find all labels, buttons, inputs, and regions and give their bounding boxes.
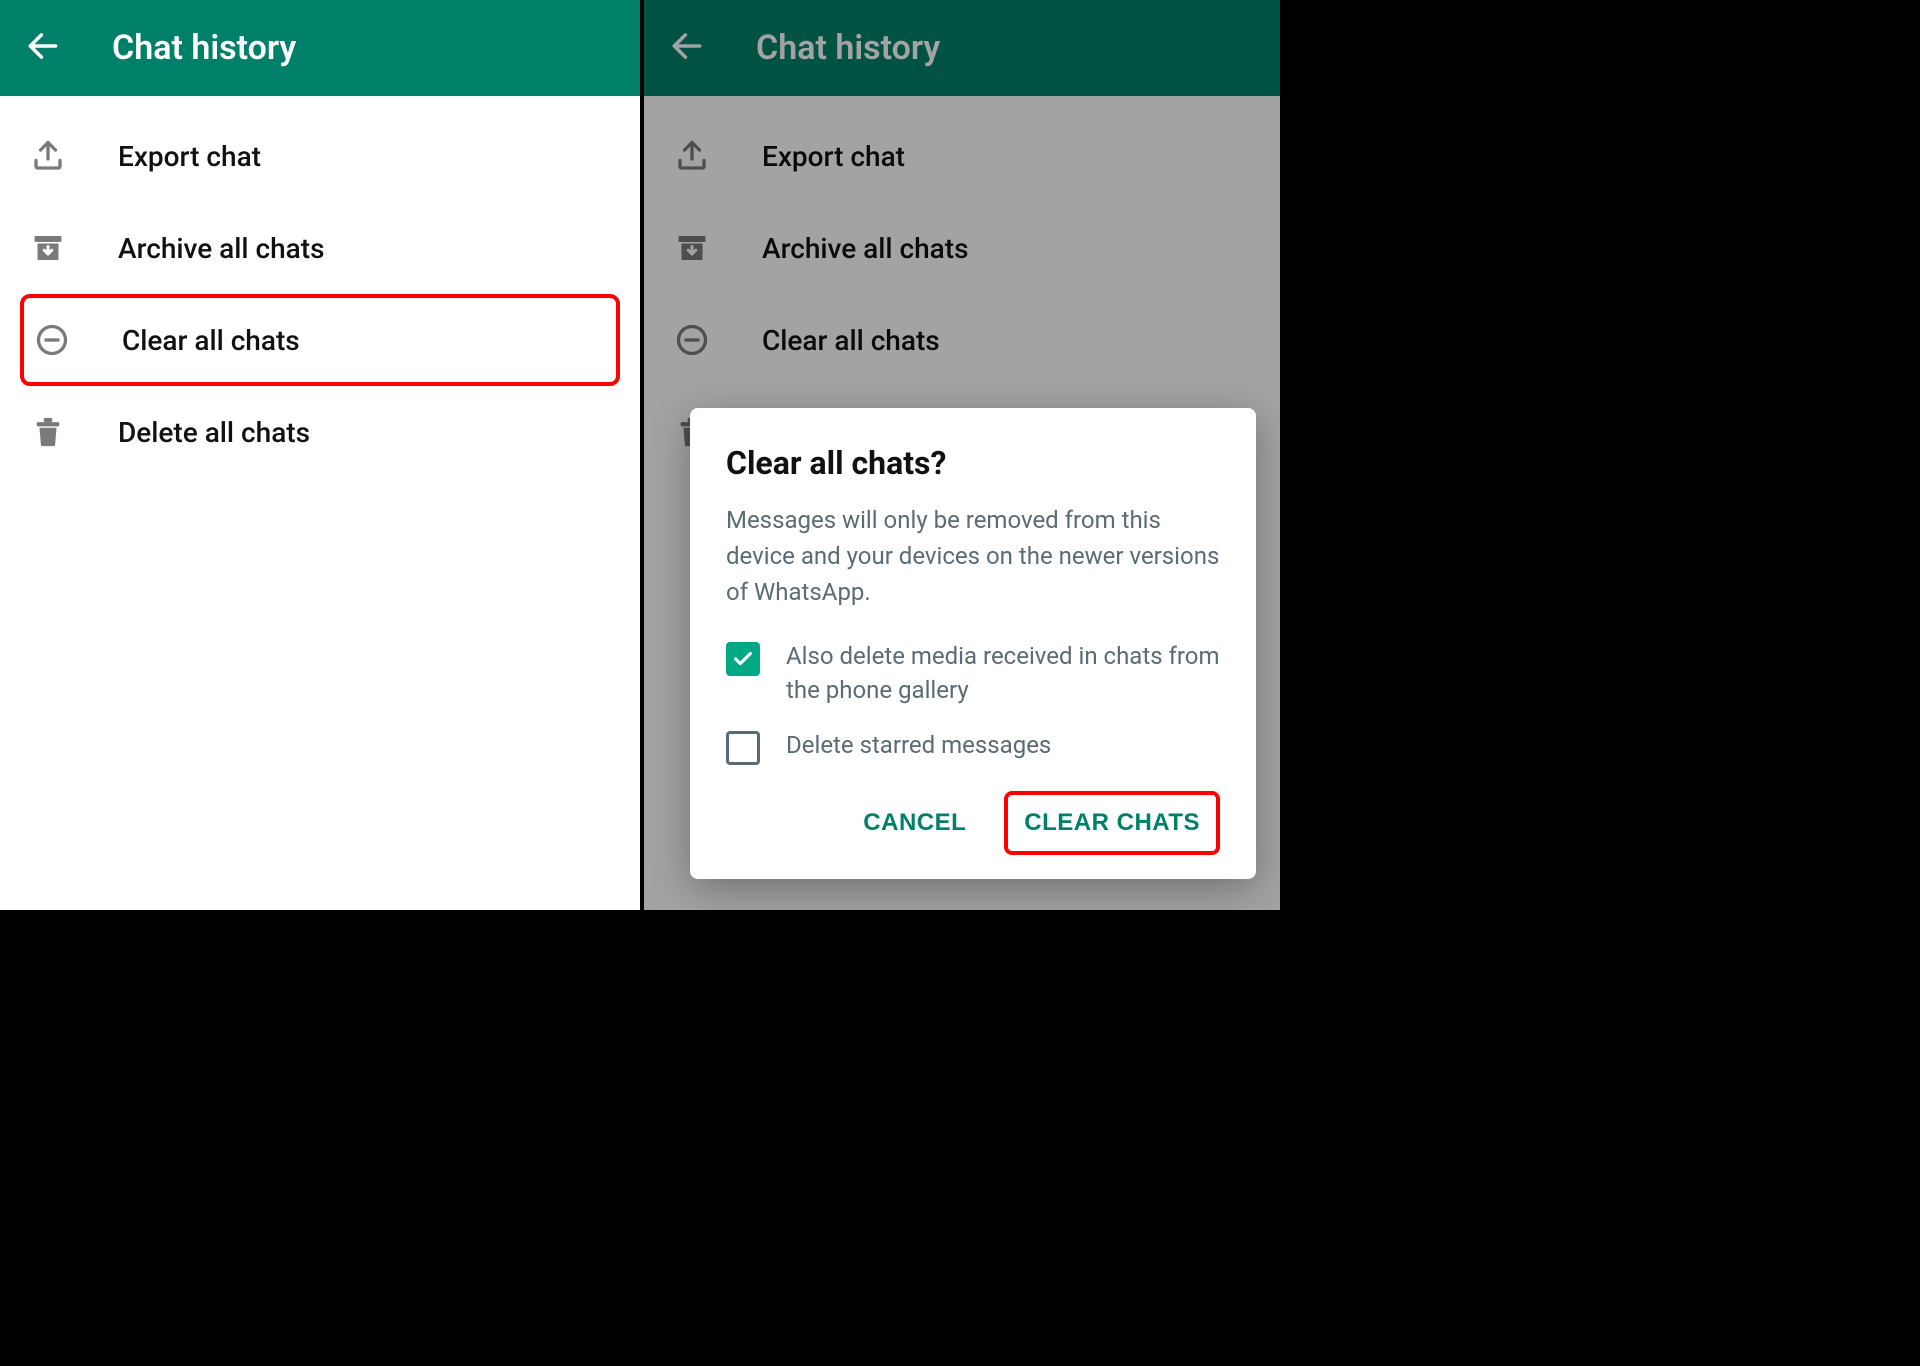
dialog-title: Clear all chats? xyxy=(726,444,1220,482)
app-header: Chat history xyxy=(0,0,640,96)
menu-label: Clear all chats xyxy=(122,324,300,357)
right-panel: Chat history Export chat Archive all cha… xyxy=(640,0,1280,910)
clear-chats-button[interactable]: CLEAR CHATS xyxy=(1004,791,1220,855)
menu-archive-all[interactable]: Archive all chats xyxy=(0,202,640,294)
trash-icon xyxy=(28,412,68,452)
clear-chats-dialog: Clear all chats? Messages will only be r… xyxy=(690,408,1256,879)
option-label: Delete starred messages xyxy=(786,729,1051,763)
menu-export-chat[interactable]: Export chat xyxy=(0,110,640,202)
menu-label: Delete all chats xyxy=(118,416,310,449)
cancel-button[interactable]: CANCEL xyxy=(847,791,982,855)
menu-label: Export chat xyxy=(118,140,261,173)
menu-label: Archive all chats xyxy=(118,232,325,265)
menu-list: Export chat Archive all chats Clear all … xyxy=(0,96,640,478)
menu-clear-all[interactable]: Clear all chats xyxy=(20,294,620,386)
clear-icon xyxy=(32,320,72,360)
dialog-actions: CANCEL CLEAR CHATS xyxy=(726,791,1220,855)
checkbox-checked-icon[interactable] xyxy=(726,642,760,676)
checkbox-unchecked-icon[interactable] xyxy=(726,731,760,765)
dialog-body: Messages will only be removed from this … xyxy=(726,502,1220,610)
option-label: Also delete media received in chats from… xyxy=(786,640,1220,707)
option-delete-media[interactable]: Also delete media received in chats from… xyxy=(726,640,1220,707)
archive-icon xyxy=(28,228,68,268)
export-icon xyxy=(28,136,68,176)
menu-delete-all[interactable]: Delete all chats xyxy=(0,386,640,478)
option-delete-starred[interactable]: Delete starred messages xyxy=(726,729,1220,765)
left-panel: Chat history Export chat Archive all cha… xyxy=(0,0,640,910)
back-arrow-icon[interactable] xyxy=(24,27,62,69)
page-title: Chat history xyxy=(112,28,296,68)
